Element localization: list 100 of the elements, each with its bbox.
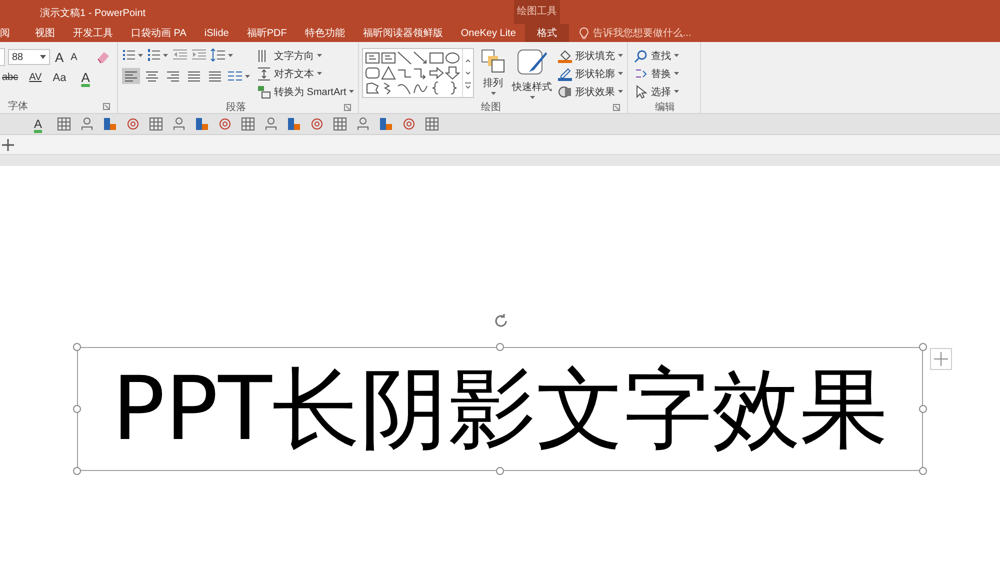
tell-me-field[interactable]: 告诉我您想要做什么...	[578, 24, 692, 42]
caret-icon	[674, 72, 680, 76]
toolbar-icon[interactable]	[356, 117, 370, 131]
paragraph-command-button[interactable]: 文字方向	[257, 48, 354, 64]
bullet-list-icon[interactable]	[122, 48, 144, 62]
toolbar-icon[interactable]	[287, 117, 302, 131]
shape-icon[interactable]	[381, 66, 396, 80]
grow-font-button[interactable]: A	[53, 50, 66, 64]
text-box-icon[interactable]	[381, 51, 396, 65]
arrange-button[interactable]: 排列	[480, 48, 506, 96]
group-label: 字体	[8, 100, 28, 113]
decrease-indent-icon[interactable]	[172, 48, 188, 62]
ribbon-tab[interactable]: 开发工具	[64, 24, 122, 42]
cursor-icon	[634, 85, 648, 99]
paragraph-command-button[interactable]: 对齐文本	[257, 66, 354, 82]
toolbar-icon[interactable]	[379, 117, 394, 131]
numbered-list-icon[interactable]	[147, 48, 169, 62]
toolbar-icon[interactable]	[218, 117, 232, 131]
toolbar-icon[interactable]	[80, 117, 94, 131]
font-color-button[interactable]: A	[79, 70, 92, 85]
change-case-button[interactable]: Aa	[50, 72, 68, 84]
window-title: 演示文稿1 - PowerPoint	[40, 6, 146, 20]
columns-icon[interactable]	[227, 69, 251, 83]
ribbon-tab[interactable]: 视图	[26, 24, 64, 42]
shape-icon[interactable]	[397, 81, 412, 95]
shape-icon[interactable]	[365, 66, 380, 80]
paint-bucket-icon	[558, 49, 572, 63]
toolbar-icon[interactable]	[425, 117, 440, 131]
eraser-icon[interactable]	[96, 50, 110, 64]
resize-handle[interactable]	[73, 467, 81, 475]
paragraph-command-button[interactable]: 转换为 SmartArt	[257, 84, 354, 100]
toolbar-icon[interactable]	[333, 117, 348, 131]
ribbon-tab[interactable]: 格式	[524, 24, 569, 42]
resize-handle[interactable]	[919, 467, 927, 475]
toolbar-icon[interactable]	[126, 117, 140, 131]
quick-styles-button[interactable]: 快速样式	[512, 48, 552, 100]
pen-icon	[558, 67, 572, 81]
align-icon[interactable]	[122, 68, 140, 84]
ribbon-tab[interactable]: 福昕PDF	[238, 24, 296, 42]
editing-command-button[interactable]: 查找	[634, 48, 696, 64]
caret-icon	[674, 54, 680, 58]
caret-icon	[618, 90, 624, 94]
resize-handle[interactable]	[73, 405, 81, 413]
toolbar-icon[interactable]	[172, 117, 186, 131]
ribbon-tab[interactable]: OneKey Lite	[452, 24, 525, 42]
resize-handle[interactable]	[919, 343, 927, 351]
resize-handle[interactable]	[73, 343, 81, 351]
toolbar-icon[interactable]	[310, 117, 324, 131]
toolbar-icon[interactable]	[402, 117, 416, 131]
dialog-launcher-icon[interactable]	[103, 103, 110, 110]
ribbon-tab[interactable]: 福昕阅读器领鲜版	[354, 24, 452, 42]
group-label: 绘图	[481, 101, 502, 114]
shape-icon[interactable]	[445, 66, 460, 80]
shape-icon[interactable]	[429, 66, 444, 80]
shape-gallery[interactable]	[362, 48, 474, 98]
editing-command-button[interactable]: 选择	[634, 84, 696, 100]
increase-indent-icon[interactable]	[191, 48, 207, 62]
resize-handle[interactable]	[496, 467, 504, 475]
caret-icon	[317, 54, 322, 58]
line-spacing-icon[interactable]	[210, 48, 234, 62]
toolbar-icon[interactable]	[241, 117, 256, 131]
shape-icon[interactable]	[365, 81, 380, 95]
shrink-font-button[interactable]: A	[68, 52, 80, 62]
group-label: 编辑	[655, 100, 676, 114]
shape-effect-icon	[558, 85, 572, 99]
toolbar-icon[interactable]	[57, 117, 72, 131]
font-size-field[interactable]: 88	[8, 49, 50, 65]
toolbar-icon[interactable]	[103, 117, 118, 131]
lightbulb-icon	[578, 26, 589, 40]
resize-handle[interactable]	[496, 343, 504, 351]
text-box-icon[interactable]	[365, 51, 380, 65]
shape-format-button[interactable]: 形状填充	[558, 48, 624, 64]
toolbar-icon[interactable]	[264, 117, 278, 131]
shape-icon[interactable]	[397, 51, 412, 65]
smartart-icon	[257, 85, 271, 99]
shape-icon[interactable]	[445, 51, 460, 65]
shape-icon[interactable]	[429, 51, 444, 65]
ribbon-tab[interactable]: iSlide	[195, 24, 238, 42]
shape-icon[interactable]	[413, 66, 428, 80]
dialog-launcher-icon[interactable]	[344, 104, 352, 111]
toolbar-icon[interactable]	[195, 117, 210, 131]
toolbar-icon[interactable]	[149, 117, 164, 131]
shape-format-button[interactable]: 形状效果	[558, 84, 624, 100]
caret-icon	[618, 54, 624, 58]
editing-command-button[interactable]: 替换	[634, 66, 696, 82]
slide-title-text: PPT长阴影文字效果	[112, 365, 888, 453]
caret-icon[interactable]	[40, 55, 46, 59]
character-spacing-button[interactable]: AV	[27, 72, 44, 83]
ribbon-tab[interactable]: 特色功能	[296, 24, 354, 42]
shape-icon[interactable]	[413, 51, 428, 65]
search-icon	[634, 49, 648, 63]
resize-handle[interactable]	[919, 405, 927, 413]
ribbon-tab[interactable]: 阅	[0, 24, 12, 42]
add-icon[interactable]	[930, 348, 952, 370]
shape-format-button[interactable]: 形状轮廓	[558, 66, 624, 82]
font-color-button[interactable]: A	[14, 117, 48, 131]
rotate-handle-icon[interactable]	[492, 312, 510, 330]
ribbon-tab[interactable]: 口袋动画 PA	[122, 24, 196, 42]
strikethrough-button[interactable]: abc	[0, 72, 20, 83]
dialog-launcher-icon[interactable]	[613, 104, 620, 111]
